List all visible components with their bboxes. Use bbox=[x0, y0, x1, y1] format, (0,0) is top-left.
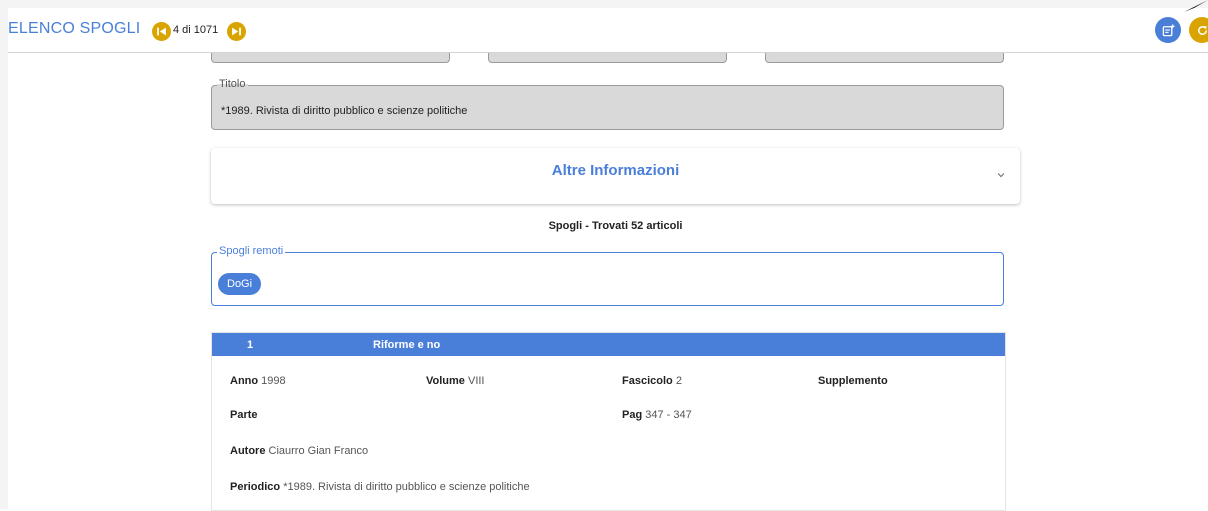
fascicolo-label: Fascicolo bbox=[622, 375, 673, 387]
article-header[interactable]: 1 Riforme e no bbox=[212, 333, 1005, 356]
autore-label: Autore bbox=[230, 445, 265, 457]
fascicolo-value: 2 bbox=[676, 375, 682, 387]
next-record-button[interactable] bbox=[227, 22, 246, 41]
add-note-button[interactable] bbox=[1155, 17, 1181, 43]
chevron-down-icon bbox=[996, 170, 1006, 180]
pag-label: Pag bbox=[622, 409, 642, 421]
titolo-label: Titolo bbox=[217, 78, 248, 90]
skip-next-icon bbox=[231, 26, 242, 37]
field-stub bbox=[488, 53, 727, 63]
article-title: Riforme e no bbox=[373, 339, 440, 351]
autore-value: Ciaurro Gian Franco bbox=[269, 445, 369, 457]
periodico-field: Periodico *1989. Rivista di diritto pubb… bbox=[230, 481, 530, 493]
chip-dogi[interactable]: DoGi bbox=[218, 273, 261, 295]
field-stub bbox=[765, 53, 1004, 63]
altre-informazioni-label: Altre Informazioni bbox=[211, 162, 1020, 179]
parte-field: Parte bbox=[230, 409, 258, 421]
page-title: ELENCO SPOGLI bbox=[8, 20, 140, 38]
pag-value: 347 - 347 bbox=[645, 409, 691, 421]
refresh-icon bbox=[1196, 24, 1208, 37]
main-content: Titolo *1989. Rivista di diritto pubblic… bbox=[8, 53, 1208, 509]
mouse-pointer-icon bbox=[1170, 0, 1208, 12]
spogli-summary: Spogli - Trovati 52 articoli bbox=[211, 220, 1020, 232]
volume-value: VIII bbox=[468, 375, 485, 387]
altre-informazioni-panel[interactable]: Altre Informazioni bbox=[211, 148, 1020, 204]
periodico-label: Periodico bbox=[230, 481, 280, 493]
titolo-value: *1989. Rivista di diritto pubblico e sci… bbox=[221, 105, 467, 117]
periodico-value: *1989. Rivista di diritto pubblico e sci… bbox=[283, 481, 529, 493]
fascicolo-field: Fascicolo 2 bbox=[622, 375, 682, 387]
note-add-icon bbox=[1162, 24, 1175, 37]
autore-field: Autore Ciaurro Gian Franco bbox=[230, 445, 368, 457]
supplemento-label: Supplemento bbox=[818, 375, 888, 387]
article-card: 1 Riforme e no Anno 1998 Volume VIII Fas… bbox=[211, 332, 1006, 511]
field-stub bbox=[211, 53, 450, 63]
article-number: 1 bbox=[247, 339, 253, 351]
spogli-remoti-label: Spogli remoti bbox=[217, 245, 285, 257]
page: ELENCO SPOGLI 4 di 1071 bbox=[0, 0, 1208, 509]
anno-value: 1998 bbox=[261, 375, 285, 387]
record-counter: 4 di 1071 bbox=[173, 24, 218, 36]
spogli-remoti-box: Spogli remoti DoGi bbox=[211, 252, 1004, 306]
anno-field: Anno 1998 bbox=[230, 375, 286, 387]
titolo-field[interactable]: Titolo *1989. Rivista di diritto pubblic… bbox=[211, 85, 1004, 130]
pag-field: Pag 347 - 347 bbox=[622, 409, 692, 421]
supplemento-field: Supplemento bbox=[818, 375, 888, 387]
parte-label: Parte bbox=[230, 409, 258, 421]
skip-previous-icon bbox=[156, 26, 167, 37]
first-record-button[interactable] bbox=[152, 22, 171, 41]
volume-field: Volume VIII bbox=[426, 375, 485, 387]
refresh-button[interactable] bbox=[1189, 17, 1208, 43]
anno-label: Anno bbox=[230, 375, 258, 387]
volume-label: Volume bbox=[426, 375, 465, 387]
top-bar: ELENCO SPOGLI 4 di 1071 bbox=[8, 8, 1208, 53]
